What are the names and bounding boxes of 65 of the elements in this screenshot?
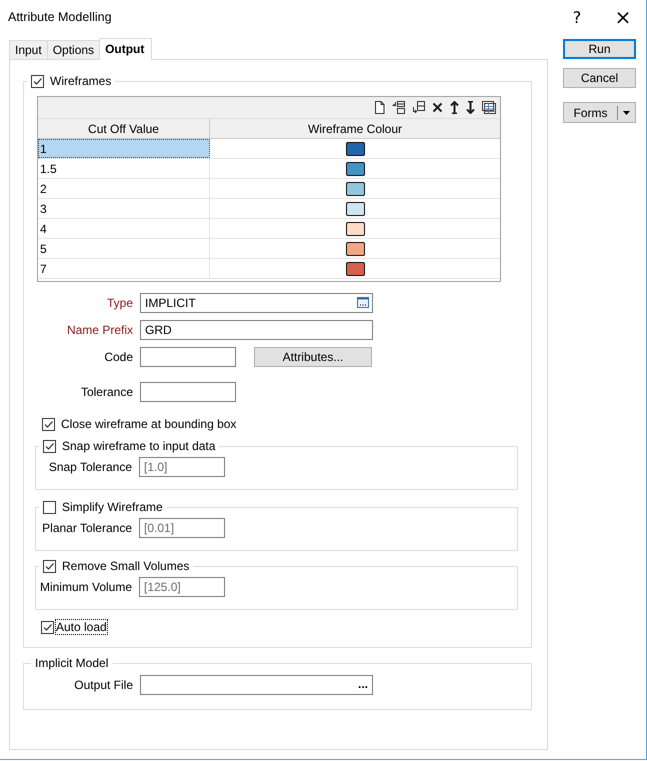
color-swatch[interactable] xyxy=(346,182,364,196)
append-row-icon[interactable] xyxy=(412,101,425,114)
color-swatch[interactable] xyxy=(346,162,364,176)
close-button[interactable]: × xyxy=(600,0,646,34)
color-swatch[interactable] xyxy=(346,202,364,216)
dialog-button[interactable]: Run xyxy=(563,39,636,59)
checkbox[interactable] xyxy=(43,500,56,514)
checkbox-label: Wireframes xyxy=(50,74,112,88)
table-cell[interactable]: 3 xyxy=(38,199,210,218)
window-title: Attribute Modelling xyxy=(8,10,113,24)
field-label: Planar Tolerance xyxy=(41,521,132,535)
checkbox-label: Simplify Wireframe xyxy=(62,500,163,514)
caret-icon[interactable] xyxy=(623,110,630,114)
group-title: Implicit Model xyxy=(35,656,108,670)
checkbox-label: Remove Small Volumes xyxy=(62,559,190,573)
checkbox[interactable] xyxy=(43,560,56,572)
text-field[interactable]: GRD xyxy=(140,320,373,340)
field-label: Type xyxy=(106,296,133,310)
tab[interactable]: Input xyxy=(9,40,48,59)
move-down-icon[interactable] xyxy=(466,101,475,114)
browse-icon[interactable] xyxy=(357,297,369,308)
field-label: Minimum Volume xyxy=(38,580,132,594)
delete-icon[interactable] xyxy=(432,102,443,113)
text-field[interactable]: [1.0] xyxy=(139,457,225,477)
attributes-button[interactable]: Attributes... xyxy=(254,347,372,367)
tab[interactable]: Options xyxy=(46,40,100,59)
table-cell[interactable]: 1 xyxy=(38,139,210,158)
text-field[interactable]: [125.0] xyxy=(139,577,225,597)
table-cell[interactable]: 1.5 xyxy=(38,159,210,178)
text-field[interactable] xyxy=(140,382,236,402)
table-cell[interactable]: 2 xyxy=(38,179,210,198)
text-field[interactable] xyxy=(140,347,236,367)
field-label: Name Prefix xyxy=(66,323,133,337)
dialog-button[interactable]: Cancel xyxy=(563,68,636,88)
help-button[interactable]: ? xyxy=(554,0,600,34)
table-cell[interactable]: 5 xyxy=(38,239,210,258)
field-label: Tolerance xyxy=(80,385,133,399)
text-field[interactable]: [0.01] xyxy=(139,518,225,538)
color-swatch[interactable] xyxy=(346,242,364,256)
color-swatch[interactable] xyxy=(346,142,364,156)
checkbox[interactable] xyxy=(43,440,56,452)
field-label: Code xyxy=(103,350,133,364)
table-cell[interactable]: 7 xyxy=(38,259,210,278)
new-document-icon[interactable] xyxy=(374,101,385,114)
checkbox[interactable] xyxy=(31,74,44,88)
text-field[interactable] xyxy=(140,675,373,695)
field-label: Output File xyxy=(73,678,133,692)
tab[interactable]: Output xyxy=(99,38,152,60)
forms-button[interactable]: Forms xyxy=(563,102,636,123)
checkbox-label: Close wireframe at bounding box xyxy=(61,417,236,431)
column-header[interactable]: Cut Off Value xyxy=(38,119,210,138)
table-icon[interactable] xyxy=(482,101,496,114)
insert-row-icon[interactable] xyxy=(392,101,405,114)
text-field[interactable]: IMPLICIT xyxy=(140,293,373,313)
field-label: Snap Tolerance xyxy=(48,460,132,474)
move-up-icon[interactable] xyxy=(450,101,459,114)
checkbox[interactable] xyxy=(41,620,54,634)
column-header[interactable]: Wireframe Colour xyxy=(210,119,500,138)
checkbox[interactable] xyxy=(42,418,55,430)
browse-button[interactable]: ... xyxy=(358,677,368,691)
checkbox-label: Auto load xyxy=(56,620,107,634)
checkbox-label: Snap wireframe to input data xyxy=(62,439,216,453)
table-cell[interactable]: 4 xyxy=(38,219,210,238)
color-swatch[interactable] xyxy=(346,222,364,236)
color-swatch[interactable] xyxy=(346,262,364,276)
